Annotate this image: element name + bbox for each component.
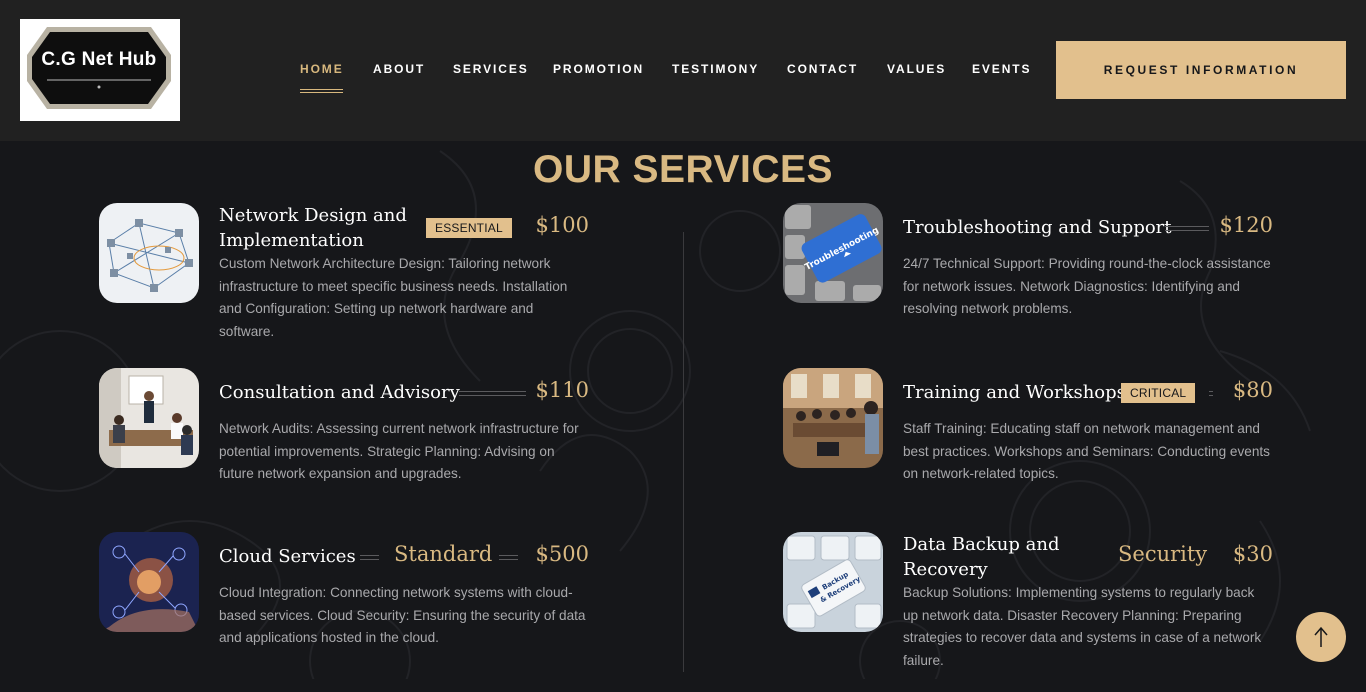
service-description: Staff Training: Educating staff on netwo… [903, 421, 1270, 481]
service-price: $120 [1219, 213, 1273, 237]
nav-testimony[interactable]: TESTIMONY [672, 62, 759, 76]
column-divider [683, 232, 684, 672]
nav-contact[interactable]: CONTACT [787, 62, 858, 76]
service-network-design: Network Design and Implementation ESSENT… [99, 203, 589, 363]
tag-price-divider [499, 555, 518, 560]
cloud-hand-image [99, 532, 199, 632]
service-price: $100 [535, 213, 589, 237]
service-description: Network Audits: Assessing current networ… [219, 421, 579, 481]
standard-tag: Standard [394, 542, 493, 566]
service-price: $500 [535, 542, 589, 566]
request-information-button[interactable]: REQUEST INFORMATION [1056, 41, 1346, 99]
essential-badge: ESSENTIAL [426, 218, 512, 238]
service-title-line2: Recovery [903, 559, 988, 580]
service-data-backup: Backup & Recovery Data Backup and Recove… [783, 532, 1273, 692]
section-title: OUR SERVICES [532, 148, 834, 191]
service-title-line1: Cloud Services [219, 546, 356, 567]
nav-promotion[interactable]: PROMOTION [553, 62, 644, 76]
nav-values[interactable]: VALUES [887, 62, 946, 76]
service-price: $30 [1232, 542, 1273, 566]
service-title-line1: Network Design and [219, 205, 407, 226]
nav-home[interactable]: HOME [300, 62, 344, 76]
service-title-line1: Consultation and Advisory [219, 382, 460, 403]
nav-about[interactable]: ABOUT [373, 62, 425, 76]
service-description: Cloud Integration: Connecting network sy… [219, 585, 586, 645]
service-training: Training and Workshops CRITICAL $80 Staf… [783, 368, 1273, 528]
title-price-divider [459, 391, 526, 396]
troubleshooting-key-image: Troubleshooting [783, 203, 883, 303]
service-price: $80 [1232, 378, 1273, 402]
service-title-line1: Data Backup and [903, 534, 1060, 555]
meeting-image [99, 368, 199, 468]
active-nav-underline [300, 89, 343, 93]
classroom-image [783, 368, 883, 468]
title-price-divider [1165, 226, 1209, 231]
service-consultation: Consultation and Advisory $110 Network A… [99, 368, 589, 528]
network-diagram-image [99, 203, 199, 303]
site-header: C.G Net Hub HOME ABOUT SERVICES PROMOTIO… [0, 0, 1366, 141]
nav-events[interactable]: EVENTS [972, 62, 1031, 76]
arrow-up-icon [1314, 626, 1328, 647]
critical-badge: CRITICAL [1121, 383, 1196, 403]
service-title-line1: Troubleshooting and Support [903, 217, 1172, 238]
scroll-to-top-button[interactable] [1296, 612, 1346, 662]
service-description: Custom Network Architecture Design: Tail… [219, 256, 568, 339]
service-title-line1: Training and Workshops [903, 382, 1126, 403]
logo[interactable]: C.G Net Hub [20, 19, 180, 121]
security-tag: Security [1118, 542, 1208, 566]
service-price: $110 [535, 378, 589, 402]
service-description: Backup Solutions: Implementing systems t… [903, 585, 1262, 668]
nav-services[interactable]: SERVICES [453, 62, 529, 76]
service-title-line2: Implementation [219, 230, 364, 251]
service-troubleshooting: Troubleshooting Troubleshooting and Supp… [783, 203, 1273, 363]
service-description: 24/7 Technical Support: Providing round-… [903, 256, 1271, 316]
title-price-divider [1209, 391, 1213, 396]
service-cloud: Cloud Services Standard $500 Cloud Integ… [99, 532, 589, 692]
backup-key-image: Backup & Recovery [783, 532, 883, 632]
title-tag-divider [360, 555, 379, 560]
logo-text: C.G Net Hub [41, 49, 157, 70]
